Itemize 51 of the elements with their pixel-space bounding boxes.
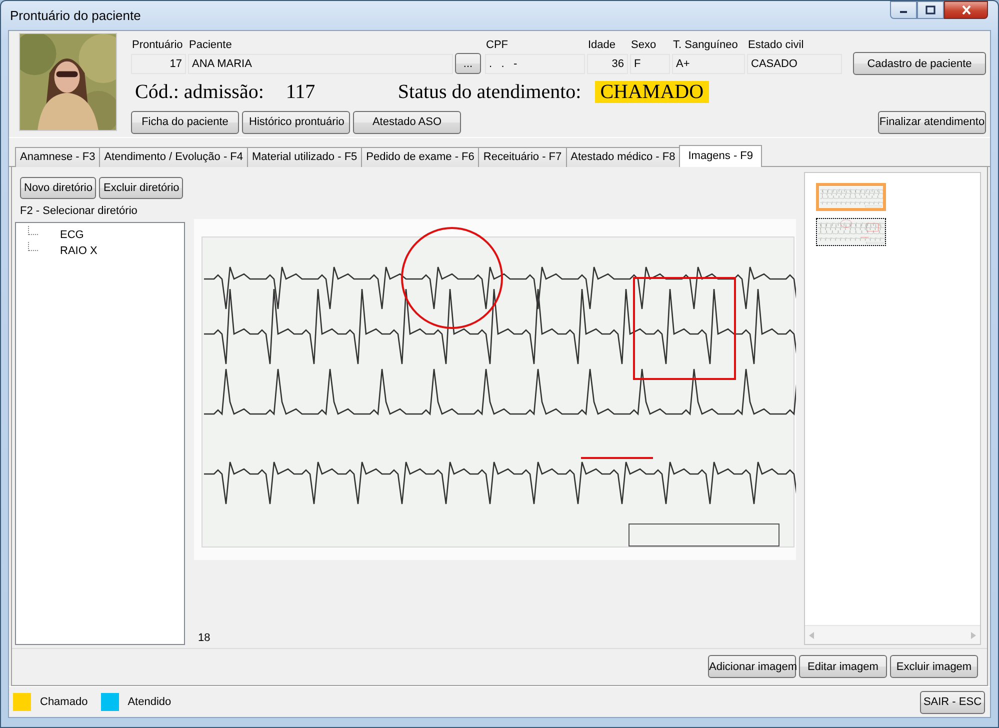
tab[interactable]: Imagens - F9 xyxy=(679,144,762,167)
thumbnail[interactable] xyxy=(816,218,886,246)
image-action-button[interactable]: Editar imagem xyxy=(799,655,887,678)
tab[interactable]: Pedido de exame - F6 xyxy=(361,146,480,167)
input-field[interactable]: ANA MARIA xyxy=(188,54,453,74)
field-label: T. Sanguíneo xyxy=(672,39,739,53)
field-label: Prontuário xyxy=(131,39,184,53)
field-label: Sexo xyxy=(630,39,658,53)
tree-item[interactable]: RAIO X xyxy=(60,244,98,257)
legend-label: Atendido xyxy=(128,696,172,708)
input-field[interactable]: CASADO xyxy=(747,54,842,74)
field-label: CPF xyxy=(485,39,509,53)
maximize-icon xyxy=(925,5,936,15)
tab[interactable]: Anamnese - F3 xyxy=(15,146,100,167)
header-button[interactable]: Histórico prontuário xyxy=(242,110,350,134)
input-field[interactable]: 17 xyxy=(131,54,186,74)
close-button[interactable] xyxy=(944,1,988,19)
input-field[interactable]: 36 xyxy=(587,54,628,74)
image-action-button[interactable]: Excluir imagem xyxy=(890,655,978,678)
tab[interactable]: Receituário - F7 xyxy=(478,146,567,167)
finish-button[interactable]: Finalizar atendimento xyxy=(878,110,986,134)
image-action-button[interactable]: Adicionar imagem xyxy=(708,655,796,678)
tab[interactable]: Atendimento / Evolução - F4 xyxy=(99,146,248,167)
field-label: Paciente xyxy=(188,39,233,53)
admission-code: 117 xyxy=(286,80,316,104)
directory-button[interactable]: Excluir diretório xyxy=(99,176,184,199)
admission-label: Cód.: admissão: xyxy=(135,80,264,104)
tab[interactable]: Material utilizado - F5 xyxy=(247,146,362,167)
header-button[interactable]: Atestado ASO xyxy=(353,110,461,134)
field-label: Idade xyxy=(587,39,617,53)
header-button[interactable]: Ficha do paciente xyxy=(131,110,239,134)
maximize-button[interactable] xyxy=(917,1,944,19)
image-number: 18 xyxy=(198,632,210,644)
input-field[interactable]: A+ xyxy=(672,54,745,74)
lookup-button[interactable]: ... xyxy=(455,53,481,74)
status-badge: CHAMADO xyxy=(595,81,709,103)
input-field[interactable]: . . - xyxy=(485,54,585,74)
exit-button[interactable]: SAIR - ESC xyxy=(920,690,985,714)
tab[interactable]: Atestado médico - F8 xyxy=(566,146,680,167)
tree-item[interactable]: ECG xyxy=(60,228,84,241)
status-label: Status do atendimento: xyxy=(398,80,582,104)
legend-label: Chamado xyxy=(40,696,88,708)
directory-label: F2 - Selecionar diretório xyxy=(20,204,138,217)
window-title: Prontuário do paciente xyxy=(10,8,142,23)
field-label: Estado civil xyxy=(747,39,805,53)
close-icon xyxy=(960,5,972,15)
input-field[interactable]: F xyxy=(630,54,670,74)
directory-button[interactable]: Novo diretório xyxy=(20,176,96,199)
minimize-button[interactable] xyxy=(890,1,917,19)
register-button[interactable]: Cadastro de paciente xyxy=(853,52,986,75)
thumbnail[interactable] xyxy=(816,182,886,211)
